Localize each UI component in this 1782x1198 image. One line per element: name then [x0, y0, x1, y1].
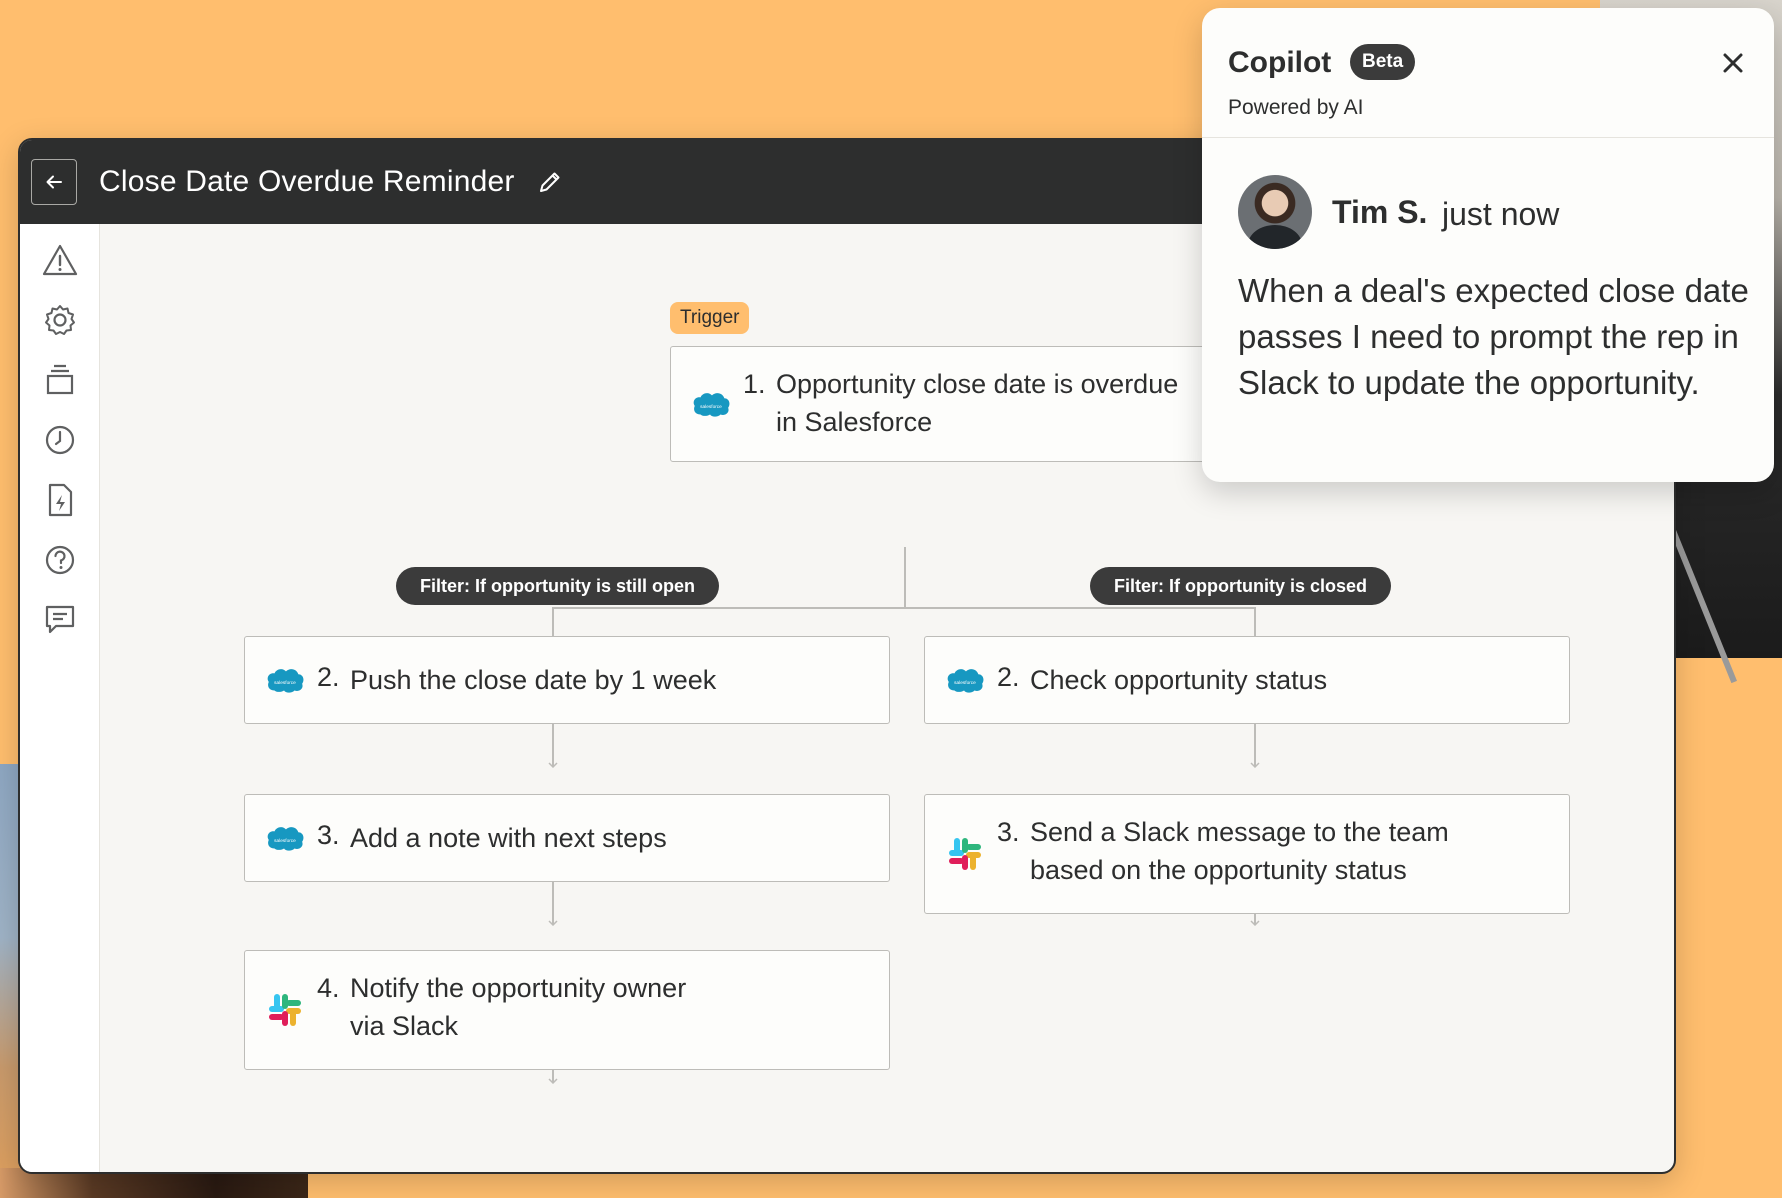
gear-icon[interactable] [40, 300, 80, 340]
editor-sidebar [20, 224, 100, 1172]
step-number: 2. [317, 662, 340, 692]
step-notify-owner[interactable]: 4. Notify the opportunity owner via Slac… [244, 950, 890, 1070]
step-push-close-date[interactable]: salesforce 2. Push the close date by 1 w… [244, 636, 890, 724]
filter-open-pill[interactable]: Filter: If opportunity is still open [396, 567, 719, 605]
avatar [1238, 175, 1312, 249]
step-number: 1. [743, 369, 766, 399]
step-number: 3. [997, 817, 1020, 847]
arrow-left-icon [46, 175, 62, 189]
zap-file-icon[interactable] [40, 480, 80, 520]
step-number: 4. [317, 973, 340, 1003]
history-icon[interactable] [40, 420, 80, 460]
comment-icon[interactable] [40, 600, 80, 640]
step-add-note[interactable]: salesforce 3. Add a note with next steps [244, 794, 890, 882]
copilot-subtitle: Powered by AI [1228, 96, 1364, 119]
step-title: Send a Slack message to the team based o… [1030, 817, 1449, 885]
copilot-panel: Copilot Beta Powered by AI Tim S. just n… [1202, 8, 1774, 482]
step-send-slack-message[interactable]: 3. Send a Slack message to the team base… [924, 794, 1570, 914]
warning-icon[interactable] [40, 240, 80, 280]
step-title: Check opportunity status [1030, 665, 1328, 695]
arrow-down-icon [1250, 762, 1260, 768]
beta-badge: Beta [1350, 44, 1416, 80]
connector [552, 607, 1255, 609]
svg-text:salesforce: salesforce [274, 838, 296, 844]
step-number: 3. [317, 820, 340, 850]
step-number: 2. [997, 662, 1020, 692]
message-timestamp: just now [1442, 196, 1560, 232]
svg-text:salesforce: salesforce [274, 680, 296, 686]
copilot-title: Copilot [1228, 46, 1332, 79]
step-title: Opportunity close date is overdue in Sal… [776, 369, 1179, 437]
step-title: Push the close date by 1 week [350, 665, 717, 695]
versions-icon[interactable] [40, 360, 80, 400]
step-check-status[interactable]: salesforce 2. Check opportunity status [924, 636, 1570, 724]
back-button[interactable] [31, 159, 77, 205]
message-text: When a deal's expected close date passes… [1238, 272, 1749, 401]
step-trigger[interactable]: salesforce 1. Opportunity close date is … [670, 346, 1266, 462]
slack-icon [265, 990, 305, 1030]
message-author: Tim S. [1332, 194, 1428, 230]
arrow-down-icon [548, 920, 558, 926]
salesforce-icon: salesforce [265, 660, 305, 700]
pencil-icon[interactable] [537, 169, 563, 195]
salesforce-icon: salesforce [691, 384, 731, 424]
svg-text:salesforce: salesforce [954, 680, 976, 686]
arrow-down-icon [548, 762, 558, 768]
salesforce-icon: salesforce [265, 818, 305, 858]
arrow-down-icon [548, 1078, 558, 1084]
step-title: Add a note with next steps [350, 823, 667, 853]
trigger-tag: Trigger [670, 302, 750, 334]
arrow-down-icon [1250, 920, 1260, 926]
filter-closed-pill[interactable]: Filter: If opportunity is closed [1090, 567, 1392, 605]
step-title: Notify the opportunity owner via Slack [350, 973, 687, 1041]
close-button[interactable] [1720, 50, 1746, 76]
help-icon[interactable] [40, 540, 80, 580]
close-icon [1723, 53, 1743, 73]
connector [904, 547, 906, 607]
svg-text:salesforce: salesforce [700, 404, 722, 410]
salesforce-icon: salesforce [945, 660, 985, 700]
copilot-header: Copilot Beta Powered by AI [1202, 8, 1774, 138]
zap-title[interactable]: Close Date Overdue Reminder [99, 165, 515, 199]
slack-icon [945, 834, 985, 874]
